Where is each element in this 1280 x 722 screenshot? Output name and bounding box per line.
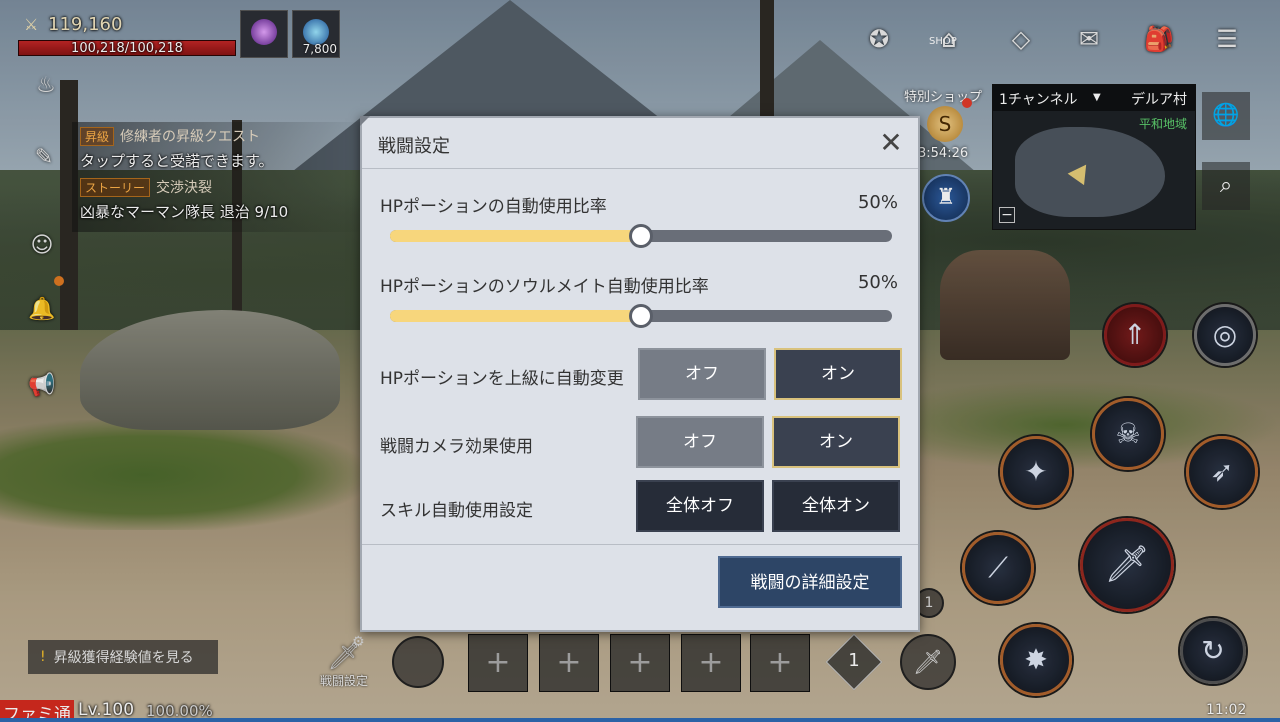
slider-handle[interactable] [629, 304, 653, 328]
skill-all-on-button[interactable]: 全体オン [772, 480, 900, 532]
dialog-title: 戦闘設定 [378, 136, 450, 157]
camera-effect-off-button[interactable]: オフ [636, 416, 764, 468]
camera-effect-label: 戦闘カメラ効果使用 [380, 437, 533, 457]
slider-handle[interactable] [629, 224, 653, 248]
potion-ratio-value: 50% [857, 192, 898, 213]
upgrade-potion-label: HPポーションを上級に自動変更 [380, 369, 624, 389]
camera-effect-on-button[interactable]: オン [772, 416, 900, 468]
potion-ratio-label: HPポーションの自動使用比率 [380, 197, 607, 217]
upgrade-potion-on-button[interactable]: オン [774, 348, 902, 400]
soulmate-ratio-label: HPポーションのソウルメイト自動使用比率 [380, 277, 709, 297]
combat-detail-settings-button[interactable]: 戦闘の詳細設定 [718, 556, 902, 608]
soulmate-ratio-slider[interactable] [390, 304, 892, 328]
soulmate-ratio-value: 50% [857, 272, 898, 293]
upgrade-potion-off-button[interactable]: オフ [638, 348, 766, 400]
divider [362, 544, 918, 545]
close-icon[interactable]: ✕ [876, 128, 906, 158]
skill-auto-label: スキル自動使用設定 [380, 501, 533, 521]
corner-decoration [360, 116, 370, 126]
divider [362, 168, 918, 169]
potion-ratio-slider[interactable] [390, 224, 892, 248]
skill-all-off-button[interactable]: 全体オフ [636, 480, 764, 532]
combat-settings-dialog: 戦闘設定 ✕ HPポーションの自動使用比率 50% HPポーションのソウルメイト… [360, 116, 920, 632]
slider-fill [390, 310, 641, 322]
slider-fill [390, 230, 641, 242]
